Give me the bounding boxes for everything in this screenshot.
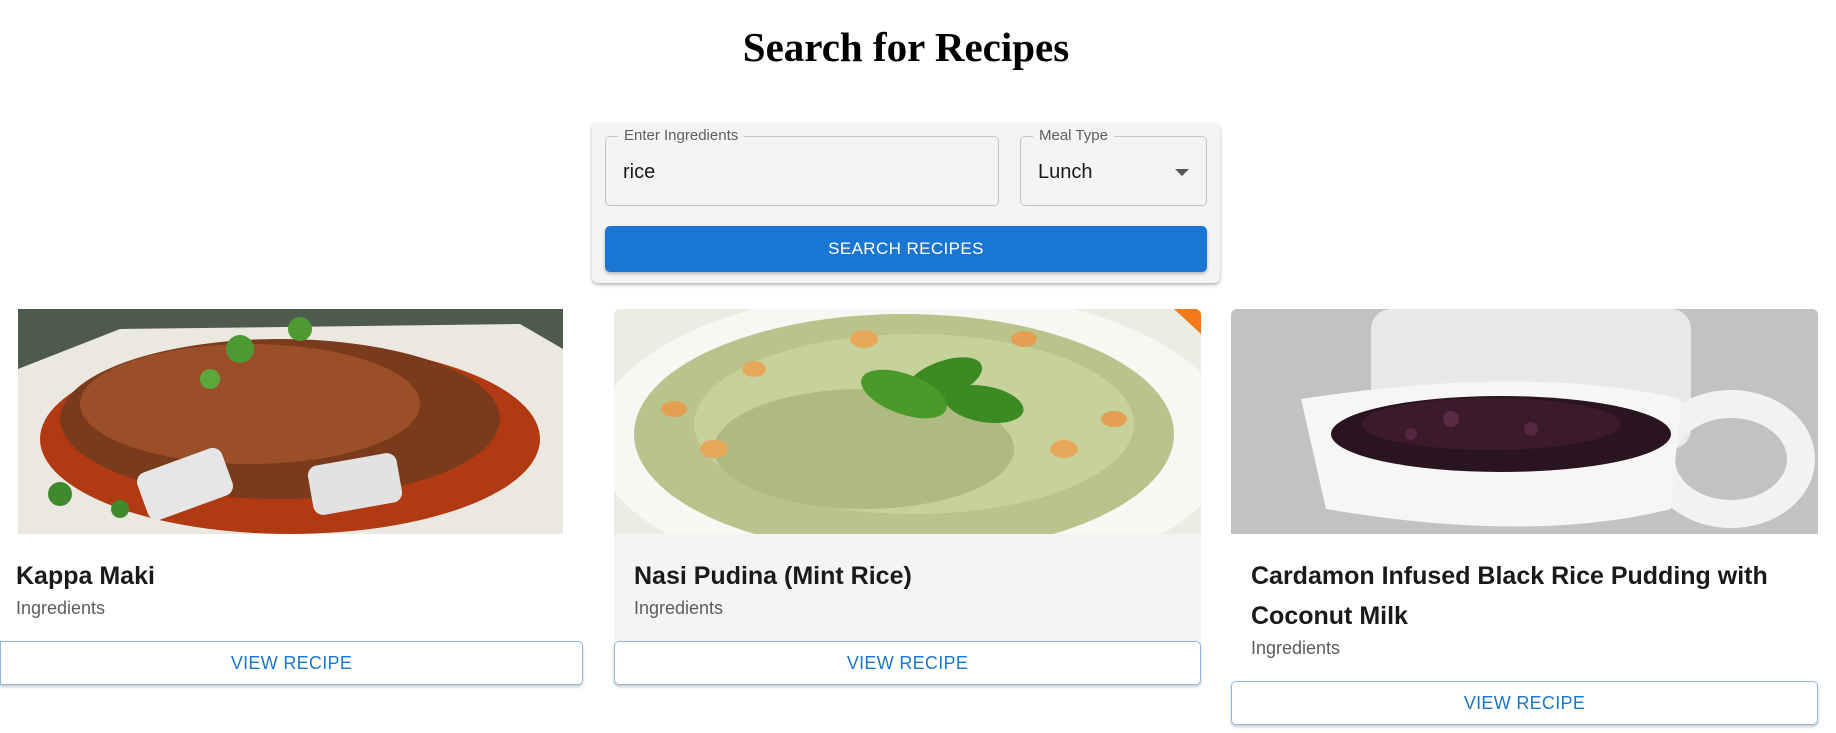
recipe-card: Cardamon Infused Black Rice Pudding with… bbox=[1231, 309, 1818, 725]
meal-type-select[interactable]: Meal Type Lunch bbox=[1020, 127, 1207, 206]
food-photo-icon bbox=[0, 309, 583, 534]
view-recipe-button[interactable]: VIEW RECIPE bbox=[614, 641, 1201, 685]
recipe-card: Nasi Pudina (Mint Rice) Ingredients VIEW… bbox=[614, 309, 1201, 685]
recipe-image bbox=[614, 309, 1201, 534]
recipe-title: Kappa Maki bbox=[16, 562, 155, 590]
dropdown-caret-icon[interactable] bbox=[1175, 169, 1189, 176]
recipe-title: Nasi Pudina (Mint Rice) bbox=[634, 562, 912, 590]
recipe-card: Kappa Maki Ingredients VIEW RECIPE bbox=[0, 309, 583, 685]
recipe-subtitle: Ingredients bbox=[1251, 638, 1341, 658]
view-recipe-button[interactable]: VIEW RECIPE bbox=[0, 641, 583, 685]
ingredients-label: Enter Ingredients bbox=[618, 127, 745, 145]
food-photo-icon bbox=[614, 309, 1201, 534]
recipe-image bbox=[1231, 309, 1818, 534]
meal-type-label: Meal Type bbox=[1033, 127, 1114, 145]
recipe-image bbox=[0, 309, 583, 534]
ingredients-field[interactable]: Enter Ingredients bbox=[605, 127, 999, 206]
view-recipe-button[interactable]: VIEW RECIPE bbox=[1231, 681, 1818, 725]
recipe-subtitle: Ingredients bbox=[16, 598, 106, 618]
food-photo-icon bbox=[1231, 309, 1818, 534]
page-title: Search for Recipes bbox=[742, 24, 1070, 70]
search-panel: Enter Ingredients Meal Type Lunch SEARCH… bbox=[592, 123, 1220, 283]
recipe-subtitle: Ingredients bbox=[634, 598, 724, 618]
search-recipes-button[interactable]: SEARCH RECIPES bbox=[605, 226, 1207, 272]
meal-type-value: Lunch bbox=[1038, 161, 1093, 183]
ingredients-input[interactable] bbox=[623, 160, 983, 184]
recipe-title: Cardamon Infused Black Rice Pudding with… bbox=[1251, 562, 1768, 630]
